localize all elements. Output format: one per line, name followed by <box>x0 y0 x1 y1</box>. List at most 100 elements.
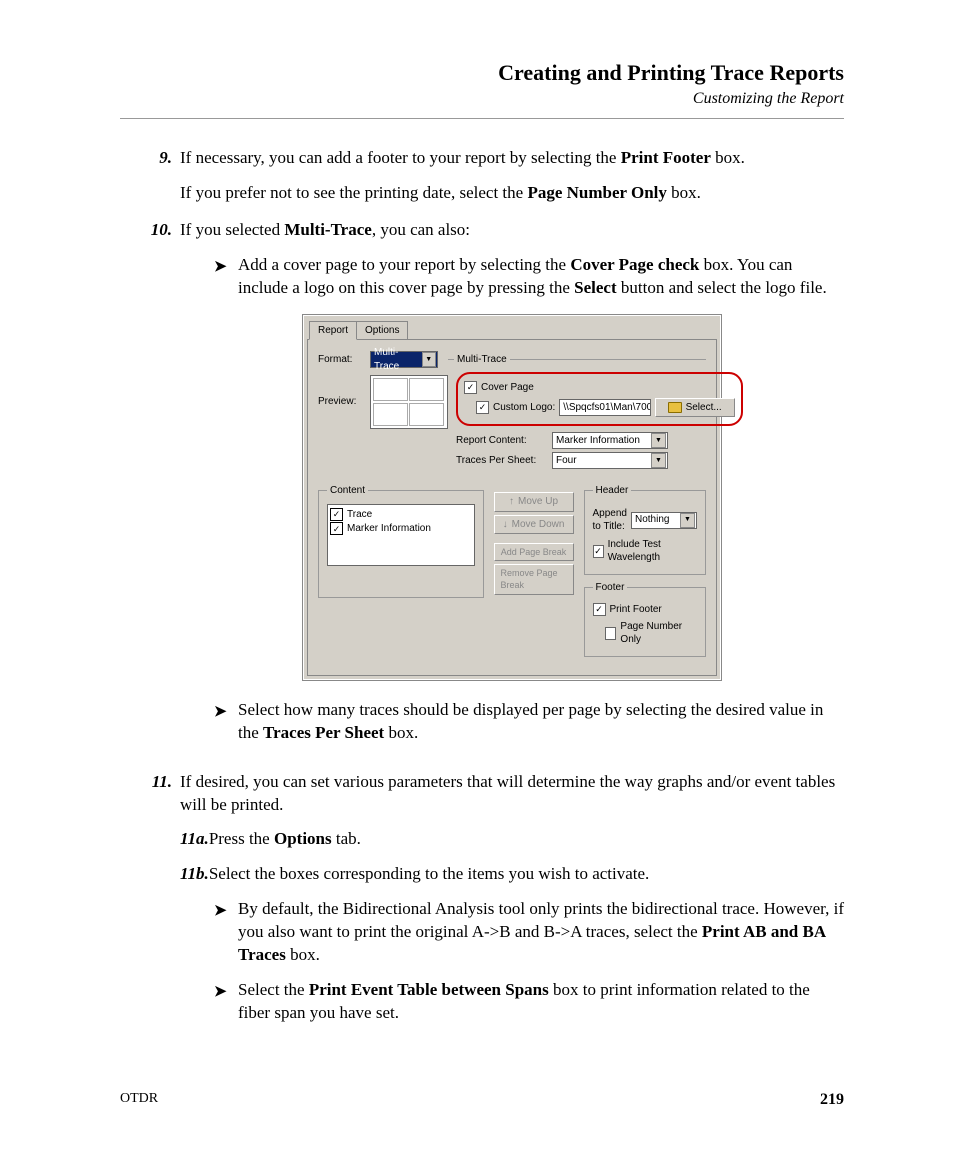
cover-page-checkbox[interactable]: ✓Cover Page <box>464 381 534 395</box>
substep-11a-label: 11a. <box>180 829 209 848</box>
preview-thumbnail <box>370 375 448 429</box>
page-title: Creating and Printing Trace Reports <box>120 60 844 86</box>
bullet-arrow-icon: ➤ <box>214 254 238 300</box>
traces-per-sheet-value: Four <box>556 454 577 468</box>
term-page-number-only: Page Number Only <box>527 183 666 202</box>
traces-per-sheet-label: Traces Per Sheet: <box>456 454 546 468</box>
term-multi-trace: Multi-Trace <box>284 220 371 239</box>
text: , you can also: <box>372 220 470 239</box>
term-select: Select <box>574 278 616 297</box>
tab-options[interactable]: Options <box>356 321 408 340</box>
chevron-down-icon: ▼ <box>422 352 436 367</box>
page-number: 219 <box>820 1091 844 1109</box>
term-options: Options <box>274 829 332 848</box>
report-dialog: Report Options Format: Multi-Trace ▼ Mul… <box>302 314 722 681</box>
list-item[interactable]: ✓Trace <box>330 508 472 522</box>
chevron-down-icon: ▼ <box>651 433 666 448</box>
report-content-combo[interactable]: Marker Information ▼ <box>552 432 668 449</box>
header-group: Header Append to Title: Nothing ▼ <box>584 484 706 575</box>
format-label: Format: <box>318 353 370 367</box>
step-9-body: If necessary, you can add a footer to yo… <box>180 147 844 205</box>
term-print-event-table: Print Event Table between Spans <box>309 980 549 999</box>
append-title-label: Append to Title: <box>593 507 627 534</box>
arrow-up-icon: ↑ <box>509 495 514 509</box>
chevron-down-icon: ▼ <box>651 453 666 468</box>
bullet-text: Add a cover page to your report by selec… <box>238 254 844 300</box>
report-content-value: Marker Information <box>556 434 640 448</box>
select-button-label: Select... <box>686 401 722 415</box>
bullet-arrow-icon: ➤ <box>214 699 238 745</box>
report-content-label: Report Content: <box>456 434 546 448</box>
text: box. <box>384 723 418 742</box>
folder-icon <box>668 402 682 413</box>
step-11-body: If desired, you can set various paramete… <box>180 771 844 1037</box>
move-up-label: Move Up <box>518 495 558 509</box>
custom-logo-label: Custom Logo: <box>493 401 555 415</box>
tab-report[interactable]: Report <box>309 321 357 341</box>
footer-left: OTDR <box>120 1091 158 1109</box>
cover-page-label: Cover Page <box>481 381 534 395</box>
append-title-combo[interactable]: Nothing ▼ <box>631 512 697 529</box>
footer-legend: Footer <box>593 581 628 595</box>
format-combo[interactable]: Multi-Trace ▼ <box>370 351 438 368</box>
include-wavelength-checkbox[interactable]: ✓Include Test Wavelength <box>593 538 697 565</box>
traces-per-sheet-combo[interactable]: Four ▼ <box>552 452 668 469</box>
text: If desired, you can set various paramete… <box>180 771 844 817</box>
select-logo-button[interactable]: Select... <box>655 398 735 418</box>
add-page-break-button[interactable]: Add Page Break <box>494 543 574 561</box>
text: Select the boxes corresponding to the it… <box>209 864 649 883</box>
chevron-down-icon: ▼ <box>680 513 695 528</box>
multitrace-group-label: Multi-Trace <box>454 353 510 367</box>
custom-logo-checkbox[interactable]: ✓Custom Logo: <box>476 401 555 415</box>
include-wavelength-label: Include Test Wavelength <box>608 538 697 565</box>
bullet-text: Select the Print Event Table between Spa… <box>238 979 844 1025</box>
text: If necessary, you can add a footer to yo… <box>180 148 621 167</box>
format-value: Multi-Trace <box>374 346 422 373</box>
preview-label: Preview: <box>318 395 370 409</box>
move-down-label: Move Down <box>512 518 565 532</box>
step-number-11: 11. <box>120 771 180 1037</box>
move-down-button[interactable]: ↓ Move Down <box>494 515 574 535</box>
text: If you selected <box>180 220 284 239</box>
text: If you prefer not to see the printing da… <box>180 183 527 202</box>
term-traces-per-sheet: Traces Per Sheet <box>263 723 384 742</box>
step-number-9: 9. <box>120 147 180 205</box>
text: box. <box>286 945 320 964</box>
content-group: Content ✓Trace ✓Marker Information <box>318 484 484 598</box>
page-number-only-label: Page Number Only <box>620 620 697 647</box>
list-item-label: Trace <box>347 508 372 522</box>
text: box. <box>667 183 701 202</box>
bullet-arrow-icon: ➤ <box>214 979 238 1025</box>
logo-path-field[interactable]: \\Spqcfs01\Man\7000 et f <box>559 399 650 416</box>
footer-group: Footer ✓Print Footer Page Number Only <box>584 581 706 657</box>
term-cover-page-check: Cover Page check <box>570 255 699 274</box>
content-listbox[interactable]: ✓Trace ✓Marker Information <box>327 504 475 566</box>
bullet-text: Select how many traces should be display… <box>238 699 844 745</box>
append-title-value: Nothing <box>635 513 669 527</box>
list-item-label: Marker Information <box>347 522 431 536</box>
text: button and select the logo file. <box>617 278 827 297</box>
header-rule <box>120 118 844 119</box>
step-10-body: If you selected Multi-Trace, you can als… <box>180 219 844 757</box>
page-number-only-checkbox[interactable]: Page Number Only <box>605 620 697 647</box>
page-subtitle: Customizing the Report <box>120 90 844 108</box>
list-item[interactable]: ✓Marker Information <box>330 522 472 536</box>
remove-page-break-button[interactable]: Remove Page Break <box>494 564 574 594</box>
print-footer-label: Print Footer <box>610 603 662 617</box>
text: Add a cover page to your report by selec… <box>238 255 570 274</box>
text: Press the <box>209 829 274 848</box>
highlight-callout: ✓Cover Page ✓Custom Logo: \\Spqcfs01\Man… <box>456 372 743 426</box>
substep-11b-label: 11b. <box>180 864 209 883</box>
step-number-10: 10. <box>120 219 180 757</box>
text: tab. <box>332 829 361 848</box>
content-legend: Content <box>327 484 368 498</box>
term-print-footer: Print Footer <box>621 148 711 167</box>
arrow-down-icon: ↓ <box>503 518 508 532</box>
bullet-text: By default, the Bidirectional Analysis t… <box>238 898 844 967</box>
bullet-arrow-icon: ➤ <box>214 898 238 967</box>
header-legend: Header <box>593 484 632 498</box>
print-footer-checkbox[interactable]: ✓Print Footer <box>593 603 662 617</box>
text: Select the <box>238 980 309 999</box>
text: box. <box>711 148 745 167</box>
move-up-button[interactable]: ↑ Move Up <box>494 492 574 512</box>
